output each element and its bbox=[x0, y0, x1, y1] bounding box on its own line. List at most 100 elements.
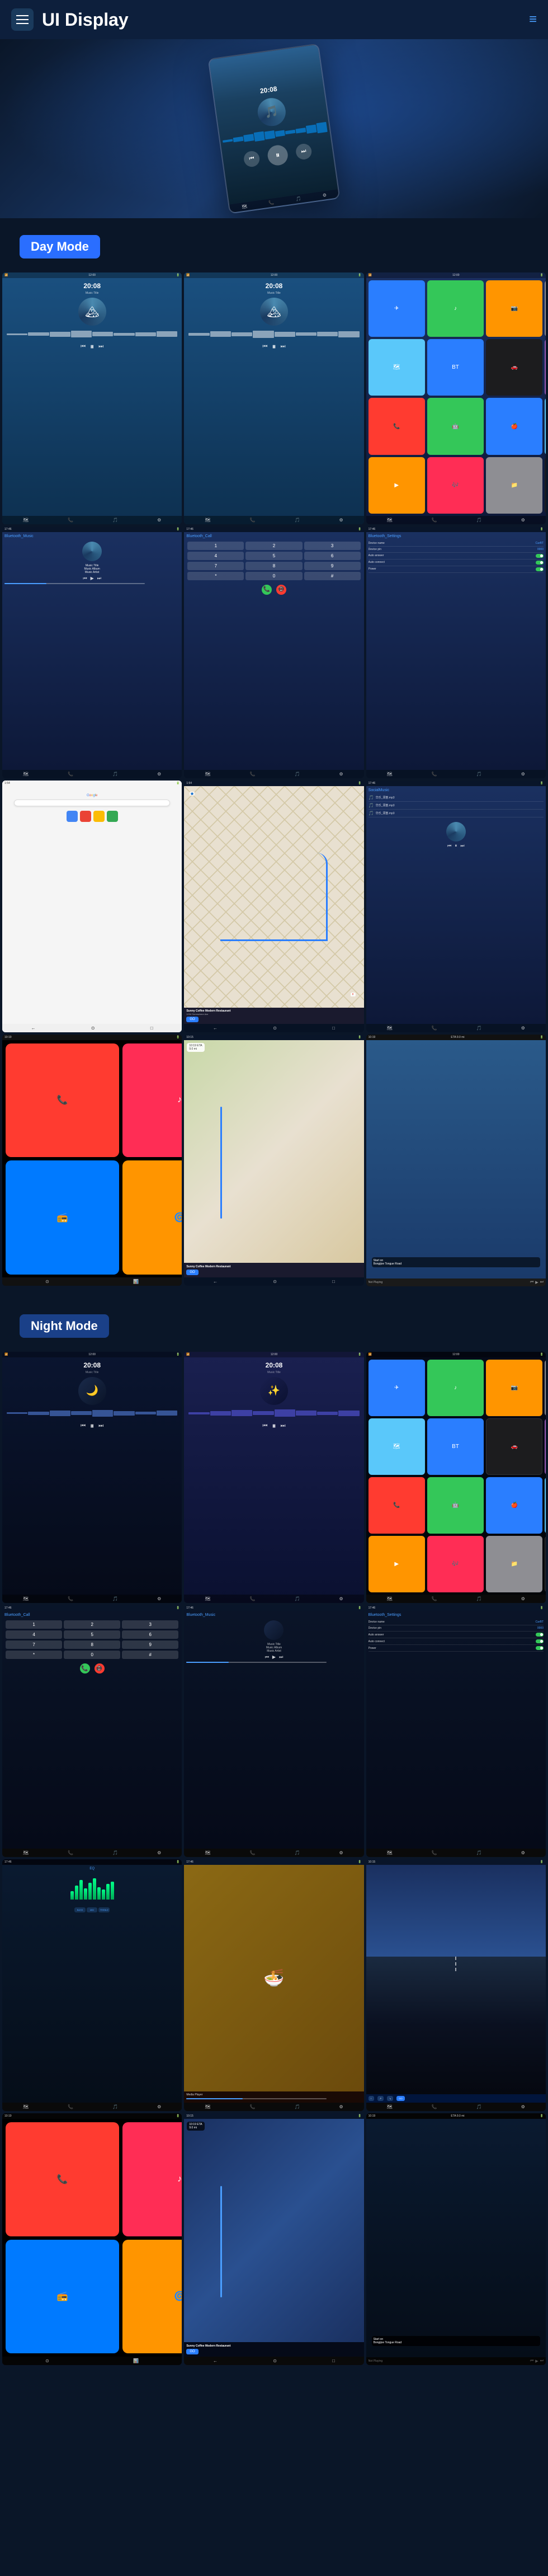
bb-recent-8[interactable]: □ bbox=[332, 1026, 335, 1031]
menu-button[interactable] bbox=[11, 8, 34, 31]
bb-navi-5[interactable]: 🗺 bbox=[205, 772, 210, 777]
bb-phone-3[interactable]: 📞 bbox=[432, 518, 437, 523]
bb-back-8[interactable]: ← bbox=[213, 1026, 218, 1031]
night-bb-music-3[interactable]: 🎵 bbox=[476, 1596, 482, 1601]
night-bb-music-9[interactable]: 🎵 bbox=[476, 2104, 482, 2109]
app-files[interactable]: 📁 bbox=[486, 457, 542, 514]
night-app-9[interactable]: 📞 bbox=[369, 1477, 425, 1534]
num-4[interactable]: 4 bbox=[187, 552, 244, 560]
bb-music-9[interactable]: 🎵 bbox=[476, 1026, 482, 1031]
night-bb-dash-10[interactable]: 📊 bbox=[133, 2358, 139, 2363]
night-app-5[interactable]: 🗺 bbox=[369, 1418, 425, 1475]
bb-music-6[interactable]: 🎵 bbox=[476, 772, 482, 777]
bt-prev[interactable]: ⏮ bbox=[83, 576, 87, 581]
call-answer[interactable]: 📞 bbox=[262, 585, 272, 595]
night-bb-music-4[interactable]: 🎵 bbox=[112, 1850, 118, 1855]
app-car[interactable]: 🚗 bbox=[486, 339, 542, 396]
next-btn-2[interactable]: ⏭ bbox=[280, 344, 285, 350]
night-next-2[interactable]: ⏭ bbox=[280, 1423, 285, 1429]
cp-prev-btn[interactable]: ⏮ bbox=[530, 1280, 533, 1285]
night-num-4[interactable]: 4 bbox=[6, 1630, 62, 1639]
music-item-3[interactable]: 🎵 华乐_洞笛.mp3 bbox=[369, 810, 544, 817]
night-app-1[interactable]: ✈ bbox=[369, 1360, 425, 1416]
night-bb-set-4[interactable]: ⚙ bbox=[157, 1850, 161, 1855]
night-bb-set-8[interactable]: ⚙ bbox=[339, 2104, 343, 2109]
night-cp-phone[interactable]: 📞 bbox=[6, 2122, 119, 2236]
night-bb-navi-8[interactable]: 🗺 bbox=[205, 2104, 210, 2109]
num-2[interactable]: 2 bbox=[245, 542, 302, 550]
power-toggle[interactable] bbox=[536, 567, 544, 571]
bb-navi-3[interactable]: 🗺 bbox=[387, 518, 393, 523]
hero-next-button[interactable]: ⏭ bbox=[295, 143, 313, 161]
app-radio[interactable]: 📻 bbox=[545, 339, 546, 396]
app-bt[interactable]: BT bbox=[427, 339, 484, 396]
night-call-end[interactable]: 📵 bbox=[95, 1663, 105, 1674]
cp-play-btn[interactable]: ▶ bbox=[535, 1280, 538, 1285]
bb-dash-10[interactable]: 📊 bbox=[133, 1279, 139, 1284]
night-bb-navi-7[interactable]: 🗺 bbox=[23, 2104, 29, 2109]
cp-phone[interactable]: 📞 bbox=[6, 1043, 119, 1157]
night-bb-set-6[interactable]: ⚙ bbox=[521, 1850, 525, 1855]
bb-navi-1[interactable]: 🗺 bbox=[23, 518, 29, 523]
night-play-1[interactable]: ⏸ bbox=[90, 1421, 94, 1431]
night-call-answer[interactable]: 📞 bbox=[80, 1663, 90, 1674]
night-bb-home-11[interactable]: ⊙ bbox=[273, 2358, 277, 2363]
app-android[interactable]: 🤖 bbox=[427, 398, 484, 454]
bb-set-4[interactable]: ⚙ bbox=[157, 772, 161, 777]
shortcut-3[interactable] bbox=[93, 811, 105, 822]
night-bb-phone-1[interactable]: 📞 bbox=[68, 1596, 73, 1601]
night-bb-phone-8[interactable]: 📞 bbox=[250, 2104, 256, 2109]
bb-set-5[interactable]: ⚙ bbox=[339, 772, 343, 777]
night-bb-phone-4[interactable]: 📞 bbox=[68, 1850, 73, 1855]
num-hash[interactable]: # bbox=[304, 572, 361, 580]
night-bb-back-11[interactable]: ← bbox=[213, 2358, 218, 2363]
bt-next[interactable]: ⏭ bbox=[97, 576, 101, 581]
night-app-13[interactable]: ▶ bbox=[369, 1536, 425, 1592]
night-bb-navi-2[interactable]: 🗺 bbox=[205, 1596, 210, 1601]
app-settings[interactable]: ⚙ bbox=[545, 280, 546, 337]
night-bb-set-1[interactable]: ⚙ bbox=[157, 1596, 161, 1601]
night-app-15[interactable]: 📁 bbox=[486, 1536, 542, 1592]
bb-phone-2[interactable]: 📞 bbox=[250, 518, 256, 523]
bb-phone-6[interactable]: 📞 bbox=[432, 772, 437, 777]
night-power-toggle[interactable] bbox=[536, 1646, 544, 1650]
bb-home-11[interactable]: ⊙ bbox=[273, 1279, 277, 1284]
local-prev[interactable]: ⏮ bbox=[447, 843, 451, 849]
num-3[interactable]: 3 bbox=[304, 542, 361, 550]
bb-music-1[interactable]: 🎵 bbox=[112, 518, 118, 523]
night-bb-navi-9[interactable]: 🗺 bbox=[387, 2104, 393, 2109]
prev-btn-1[interactable]: ⏮ bbox=[81, 344, 86, 350]
night-bb-navi-4[interactable]: 🗺 bbox=[23, 1850, 29, 1855]
bb-set-9[interactable]: ⚙ bbox=[521, 1026, 525, 1031]
bb-back-11[interactable]: ← bbox=[213, 1279, 218, 1284]
bottom-music[interactable]: 🎵 bbox=[295, 196, 301, 201]
bottom-phone[interactable]: 📞 bbox=[268, 200, 275, 205]
shortcut-4[interactable] bbox=[107, 811, 118, 822]
night-num-0[interactable]: 0 bbox=[64, 1651, 120, 1659]
night-num-2[interactable]: 2 bbox=[64, 1620, 120, 1629]
app-waze[interactable]: 🗺 bbox=[369, 339, 425, 396]
night-bb-set-5[interactable]: ⚙ bbox=[339, 1850, 343, 1855]
music-item-2[interactable]: 🎵 华乐_洞笛.mp3 bbox=[369, 802, 544, 810]
night-bb-navi-1[interactable]: 🗺 bbox=[23, 1596, 29, 1601]
night-app-14[interactable]: 🎶 bbox=[427, 1536, 484, 1592]
night-go-button[interactable]: GO bbox=[186, 2349, 198, 2354]
eq-bass[interactable]: BASS bbox=[74, 1907, 86, 1912]
night-bb-phone-3[interactable]: 📞 bbox=[432, 1596, 437, 1601]
nav-grid-btn-4[interactable]: GO bbox=[396, 2096, 404, 2101]
bb-set-3[interactable]: ⚙ bbox=[521, 518, 525, 523]
bb-phone-9[interactable]: 📞 bbox=[432, 1026, 437, 1031]
bb-phone-1[interactable]: 📞 bbox=[68, 518, 73, 523]
night-cp-next[interactable]: ⏭ bbox=[540, 2359, 544, 2363]
cp-music[interactable]: ♪ bbox=[122, 1043, 182, 1157]
night-app-16[interactable]: … bbox=[545, 1536, 546, 1592]
bb-home-10[interactable]: ⊙ bbox=[45, 1279, 49, 1284]
bb-music-2[interactable]: 🎵 bbox=[294, 518, 300, 523]
night-num-8[interactable]: 8 bbox=[64, 1640, 120, 1649]
night-app-7[interactable]: 🚗 bbox=[486, 1418, 542, 1475]
night-bb-navi-6[interactable]: 🗺 bbox=[387, 1850, 393, 1855]
num-5[interactable]: 5 bbox=[245, 552, 302, 560]
local-next[interactable]: ⏭ bbox=[460, 843, 464, 849]
app-telegram[interactable]: ✈ bbox=[369, 280, 425, 337]
num-7[interactable]: 7 bbox=[187, 562, 244, 570]
